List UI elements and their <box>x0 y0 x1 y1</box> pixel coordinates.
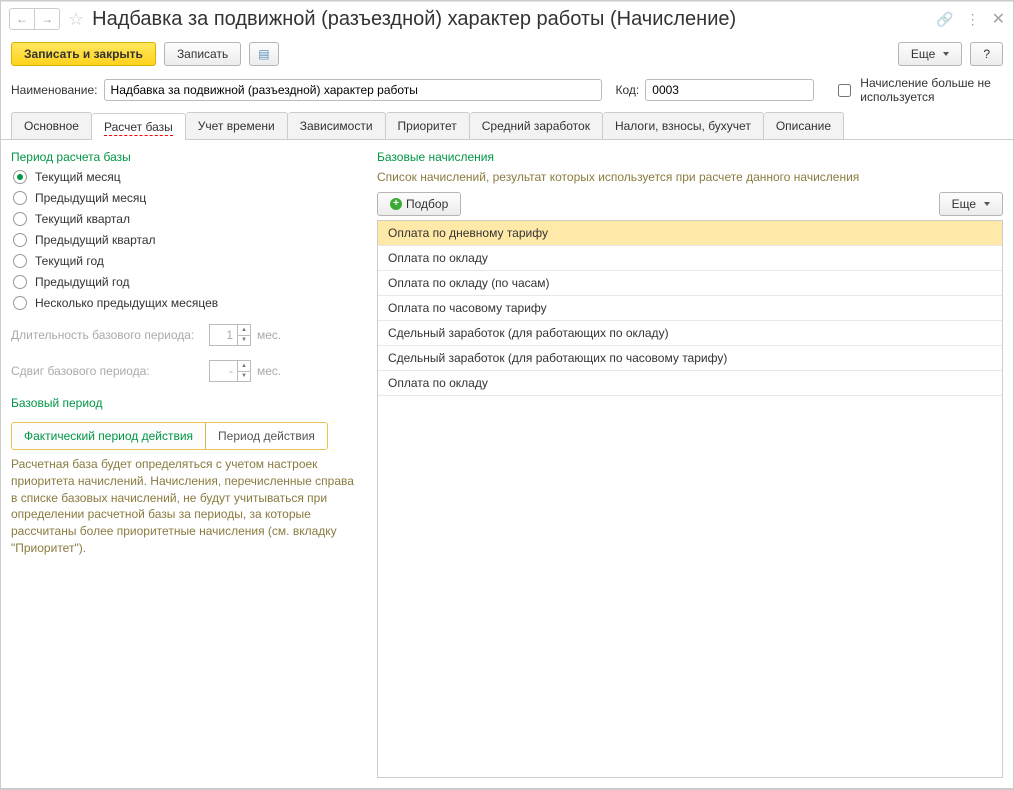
duration-unit: мес. <box>257 328 281 342</box>
period-opt-prev-month[interactable]: Предыдущий месяц <box>13 191 363 205</box>
tab-priority[interactable]: Приоритет <box>386 112 470 139</box>
save-and-close-button[interactable]: Записать и закрыть <box>11 42 156 66</box>
external-doc-button[interactable]: ▤ <box>249 42 278 66</box>
list-item[interactable]: Оплата по окладу <box>378 371 1002 396</box>
spin-up-icon: ▲ <box>238 325 250 336</box>
close-icon[interactable]: ✕ <box>992 9 1005 29</box>
pick-button[interactable]: + Подбор <box>377 192 461 216</box>
radio-icon <box>13 212 27 226</box>
shift-spinner: ▲▼ <box>209 360 251 382</box>
list-item[interactable]: Оплата по часовому тарифу <box>378 296 1002 321</box>
base-calculations-title: Базовые начисления <box>377 150 1003 164</box>
spin-down-icon: ▼ <box>238 336 250 346</box>
unused-checkbox-label: Начисление больше не используется <box>860 76 1003 104</box>
period-opt-current-quarter[interactable]: Текущий квартал <box>13 212 363 226</box>
link-icon[interactable]: 🔗 <box>936 11 953 28</box>
duration-label: Длительность базового периода: <box>11 328 203 342</box>
list-item[interactable]: Оплата по окладу (по часам) <box>378 271 1002 296</box>
list-item[interactable]: Оплата по окладу <box>378 246 1002 271</box>
document-icon: ▤ <box>258 47 269 61</box>
base-period-help-text: Расчетная база будет определяться с учет… <box>11 456 363 557</box>
help-button[interactable]: ? <box>970 42 1003 66</box>
code-label: Код: <box>616 83 640 97</box>
base-calculations-desc: Список начислений, результат которых исп… <box>377 170 1003 184</box>
radio-icon <box>13 233 27 247</box>
name-label: Наименование: <box>11 83 98 97</box>
list-more-button[interactable]: Еще <box>939 192 1003 216</box>
tab-taxes[interactable]: Налоги, взносы, бухучет <box>603 112 764 139</box>
unused-checkbox[interactable]: Начисление больше не используется <box>834 76 1003 104</box>
tab-dependencies[interactable]: Зависимости <box>288 112 386 139</box>
radio-icon <box>13 296 27 310</box>
radio-icon <box>13 275 27 289</box>
base-period-actual-button[interactable]: Фактический период действия <box>12 423 205 449</box>
code-input[interactable] <box>645 79 814 101</box>
shift-unit: мес. <box>257 364 281 378</box>
duration-input <box>209 324 237 346</box>
tab-base-calc[interactable]: Расчет базы <box>92 113 186 140</box>
nav-forward-button[interactable]: → <box>34 9 59 29</box>
period-opt-current-month[interactable]: Текущий месяц <box>13 170 363 184</box>
kebab-menu-icon[interactable]: ⋮ <box>966 11 980 28</box>
duration-spinner: ▲▼ <box>209 324 251 346</box>
base-period-standard-button[interactable]: Период действия <box>205 423 327 449</box>
nav-back-button[interactable]: ← <box>10 9 34 29</box>
more-button[interactable]: Еще <box>898 42 962 66</box>
period-opt-prev-year[interactable]: Предыдущий год <box>13 275 363 289</box>
period-title: Период расчета базы <box>11 150 363 164</box>
unused-checkbox-input[interactable] <box>838 84 851 97</box>
base-period-title: Базовый период <box>11 396 363 410</box>
tab-avg-earnings[interactable]: Средний заработок <box>470 112 603 139</box>
list-item[interactable]: Сдельный заработок (для работающих по ок… <box>378 321 1002 346</box>
spin-up-icon: ▲ <box>238 361 250 372</box>
favorite-star-icon[interactable]: ☆ <box>68 9 84 30</box>
name-input[interactable] <box>104 79 602 101</box>
spin-down-icon: ▼ <box>238 372 250 382</box>
list-item[interactable]: Сдельный заработок (для работающих по ча… <box>378 346 1002 371</box>
list-item[interactable]: Оплата по дневному тарифу <box>378 221 1002 246</box>
tab-description[interactable]: Описание <box>764 112 844 139</box>
plus-icon: + <box>390 198 402 210</box>
period-opt-several-prev-months[interactable]: Несколько предыдущих месяцев <box>13 296 363 310</box>
save-button[interactable]: Записать <box>164 42 241 66</box>
shift-input <box>209 360 237 382</box>
period-opt-current-year[interactable]: Текущий год <box>13 254 363 268</box>
radio-icon <box>13 254 27 268</box>
period-opt-prev-quarter[interactable]: Предыдущий квартал <box>13 233 363 247</box>
radio-icon <box>13 191 27 205</box>
tab-time-tracking[interactable]: Учет времени <box>186 112 288 139</box>
radio-icon <box>13 170 27 184</box>
shift-label: Сдвиг базового периода: <box>11 364 203 378</box>
tab-main[interactable]: Основное <box>11 112 92 139</box>
window-title: Надбавка за подвижной (разъездной) харак… <box>92 8 736 31</box>
base-calculations-list[interactable]: Оплата по дневному тарифу Оплата по окла… <box>377 220 1003 778</box>
